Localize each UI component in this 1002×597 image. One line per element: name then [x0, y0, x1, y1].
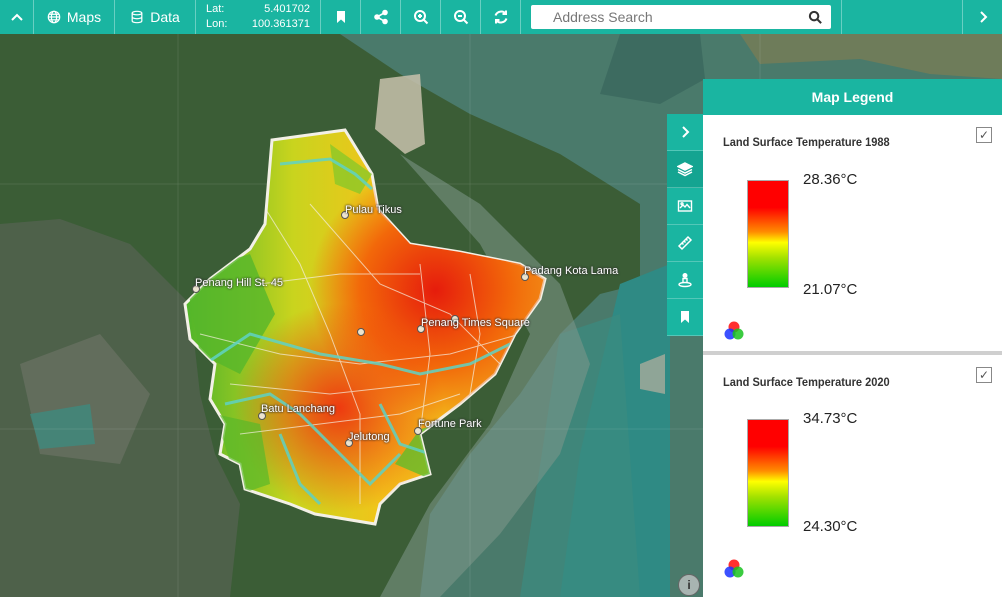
- layers-icon: [677, 162, 693, 177]
- legend-layer-1988: Land Surface Temperature 1988 ✓ 28.36°C …: [703, 115, 1002, 355]
- lon-label: Lon:: [206, 18, 228, 30]
- layer-visibility-checkbox[interactable]: ✓: [976, 127, 992, 143]
- refresh-icon: [494, 10, 507, 24]
- lon-value: 100.361371: [251, 18, 310, 30]
- attribution-info-button[interactable]: i: [678, 574, 700, 596]
- zoom-in-button[interactable]: [401, 0, 441, 34]
- lat-value: 5.401702: [264, 3, 310, 15]
- person-pin-icon: [678, 273, 692, 288]
- street-view-button[interactable]: [667, 262, 703, 299]
- address-search-input[interactable]: [553, 9, 808, 25]
- search-icon[interactable]: [808, 10, 823, 25]
- place-label[interactable]: Pulau Tikus: [345, 204, 402, 216]
- top-toolbar: Maps Data Lat: 5.401702 Lon: 100.361371: [0, 0, 1002, 34]
- color-ramp: [747, 419, 789, 527]
- place-label[interactable]: Batu Lanchang: [261, 403, 335, 415]
- place-label[interactable]: Padang Kota Lama: [524, 265, 618, 277]
- zoom-in-icon: [413, 10, 428, 25]
- data-label: Data: [150, 9, 180, 25]
- place-marker[interactable]: [357, 328, 365, 336]
- zoom-out-button[interactable]: [441, 0, 481, 34]
- chevron-right-icon: [979, 11, 987, 23]
- data-menu-button[interactable]: Data: [115, 0, 196, 34]
- maps-menu-button[interactable]: Maps: [34, 0, 115, 34]
- ruler-icon: [677, 235, 693, 251]
- ramp-min-label: 21.07°C: [803, 281, 858, 298]
- layer-visibility-checkbox[interactable]: ✓: [976, 367, 992, 383]
- maps-label: Maps: [66, 9, 102, 25]
- place-label[interactable]: Fortune Park: [418, 418, 482, 430]
- info-icon: i: [687, 578, 691, 592]
- expand-panel-button[interactable]: [962, 0, 1002, 34]
- place-label[interactable]: Penang Times Square: [421, 317, 530, 329]
- legend-layer-2020: Land Surface Temperature 2020 ✓ 34.73°C …: [703, 355, 1002, 597]
- map-card-icon: [677, 200, 693, 212]
- share-icon: [373, 9, 388, 25]
- chevron-up-icon: [10, 13, 23, 21]
- coordinate-readout: Lat: 5.401702 Lon: 100.361371: [196, 0, 321, 34]
- refresh-button[interactable]: [481, 0, 521, 34]
- bookmark-icon: [681, 311, 689, 323]
- place-label[interactable]: Jelutong: [348, 431, 390, 443]
- place-label[interactable]: Penang Hill St. 45: [195, 277, 283, 289]
- layers-button[interactable]: [667, 151, 703, 188]
- database-icon: [131, 10, 143, 24]
- ramp-min-label: 24.30°C: [803, 518, 858, 535]
- bookmarks-panel-button[interactable]: [667, 299, 703, 336]
- search-area: [521, 0, 842, 34]
- map-card-button[interactable]: [667, 188, 703, 225]
- ramp-max-label: 28.36°C: [803, 171, 858, 188]
- globe-icon: [47, 10, 61, 24]
- legend-title: Map Legend: [703, 79, 1002, 115]
- collapse-toolbar-button[interactable]: [0, 0, 34, 34]
- bookmark-icon: [336, 11, 345, 23]
- collapse-legend-button[interactable]: [667, 114, 703, 151]
- layer-title: Land Surface Temperature 2020: [723, 375, 890, 389]
- rgb-icon[interactable]: [723, 320, 745, 342]
- lat-label: Lat:: [206, 3, 225, 15]
- side-toolbar: [667, 114, 703, 336]
- chevron-right-icon: [682, 126, 690, 138]
- share-button[interactable]: [361, 0, 401, 34]
- rgb-icon[interactable]: [723, 558, 745, 580]
- address-search-box[interactable]: [531, 5, 831, 29]
- map-legend-panel: Map Legend Land Surface Temperature 1988…: [703, 79, 1002, 597]
- ramp-max-label: 34.73°C: [803, 410, 858, 427]
- bookmark-button[interactable]: [321, 0, 361, 34]
- measure-button[interactable]: [667, 225, 703, 262]
- color-ramp: [747, 180, 789, 288]
- layer-title: Land Surface Temperature 1988: [723, 135, 890, 149]
- zoom-out-icon: [453, 10, 468, 25]
